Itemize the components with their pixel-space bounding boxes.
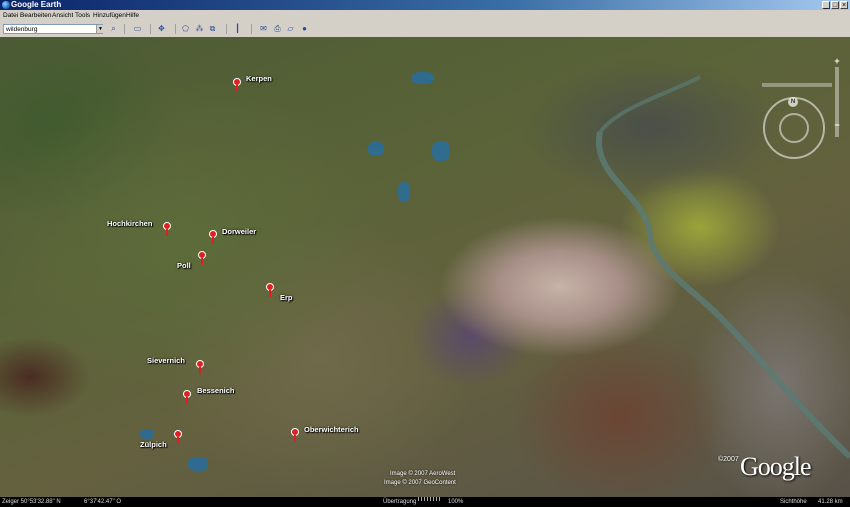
streaming-label: Übertragung (383, 499, 417, 505)
menu-hilfe[interactable]: Hilfe (126, 10, 139, 21)
placemark-label-poll[interactable]: Poll (177, 261, 191, 270)
placemark-label-sievernich[interactable]: Sievernich (147, 356, 185, 365)
map-view[interactable]: Kerpen Hochkirchen Dorweiler Poll Erp Si… (0, 37, 850, 497)
placemark-add-icon[interactable]: ✥ (156, 24, 167, 34)
email-icon[interactable]: ✉ (258, 24, 269, 34)
title-bar: Google Earth _ □ × (0, 0, 850, 10)
path-icon[interactable]: ⁂ (194, 24, 205, 34)
placemark-label-dorweiler[interactable]: Dorweiler (222, 227, 256, 236)
rhine-river (595, 75, 850, 460)
search-input[interactable]: wildenburg (3, 24, 103, 34)
ruler-icon[interactable]: ┃ (232, 24, 243, 34)
toolbar-divider (251, 24, 252, 34)
maps-icon[interactable]: ▱ (285, 24, 296, 34)
placemark-pin-icon[interactable] (232, 78, 242, 92)
zoom-in-button[interactable]: + (833, 57, 841, 66)
pointer-longitude: 6°37'42.47" O (84, 499, 122, 505)
close-button[interactable]: × (840, 1, 848, 9)
toolbar-divider (124, 24, 125, 34)
sky-icon[interactable]: ● (299, 24, 310, 34)
placemark-label-bessenich[interactable]: Bessenich (197, 386, 235, 395)
eye-altitude-value: 41.28 km (818, 499, 843, 505)
pan-control[interactable] (779, 113, 809, 143)
placemark-pin-icon[interactable] (195, 360, 205, 374)
compass-north-icon[interactable]: N (788, 97, 798, 107)
zoom-out-button[interactable]: − (833, 121, 841, 130)
search-go-icon[interactable]: ⌕ (108, 24, 119, 34)
toolbar-divider (175, 24, 176, 34)
polygon-icon[interactable]: ⬠ (180, 24, 191, 34)
placemark-pin-icon[interactable] (182, 390, 192, 404)
imagery-copyright-geocontent: Image © 2007 GeoContent (384, 480, 456, 486)
google-copyright: ©2007 (718, 456, 739, 463)
sidebar-toggle-icon[interactable]: ▭ (132, 24, 143, 34)
window-title: Google Earth (11, 0, 62, 9)
placemark-label-oberwichterich[interactable]: Oberwichterich (304, 425, 359, 434)
imagery-copyright-aerowest: Image © 2007 AeroWest (390, 471, 456, 477)
placemark-pin-icon[interactable] (162, 222, 172, 236)
print-icon[interactable]: ⎙ (272, 24, 283, 34)
menu-bar: Datei Bearbeiten Ansicht Tools Hinzufüge… (0, 10, 850, 21)
placemark-pin-icon[interactable] (173, 430, 183, 444)
google-logo: Google (740, 452, 812, 481)
placemark-label-kerpen[interactable]: Kerpen (246, 74, 272, 83)
maximize-button[interactable]: □ (831, 1, 839, 9)
placemark-pin-icon[interactable] (265, 283, 275, 297)
toolbar: wildenburg ▼ ⌕ ▭ ✥ ⬠ ⁂ ⧉ ┃ ✉ ⎙ ▱ ● (0, 21, 850, 38)
placemark-label-erp[interactable]: Erp (280, 293, 293, 302)
image-overlay-icon[interactable]: ⧉ (207, 24, 218, 34)
toolbar-divider (150, 24, 151, 34)
placemark-label-hochkirchen[interactable]: Hochkirchen (107, 219, 152, 228)
status-bar: Zeiger 50°53'32.88" N 6°37'42.47" O Über… (0, 497, 850, 507)
streaming-progress-bar (418, 497, 442, 501)
menu-hinzufuegen[interactable]: Hinzufügen (93, 10, 126, 21)
menu-tools[interactable]: Tools (75, 10, 90, 21)
google-earth-app-icon (2, 1, 10, 9)
menu-datei[interactable]: Datei (3, 10, 18, 21)
menu-bearbeiten[interactable]: Bearbeiten (20, 10, 51, 21)
minimize-button[interactable]: _ (822, 1, 830, 9)
tilt-slider[interactable] (762, 83, 832, 87)
menu-ansicht[interactable]: Ansicht (52, 10, 73, 21)
search-dropdown-icon[interactable]: ▼ (96, 25, 104, 33)
placemark-pin-icon[interactable] (290, 428, 300, 442)
placemark-pin-icon[interactable] (208, 230, 218, 244)
eye-altitude-label: Sichthöhe (780, 499, 807, 505)
placemark-label-zuelpich[interactable]: Zülpich (140, 440, 167, 449)
toolbar-divider (226, 24, 227, 34)
placemark-pin-icon[interactable] (197, 251, 207, 265)
streaming-percent: 100% (448, 499, 464, 505)
pointer-latitude: Zeiger 50°53'32.88" N (2, 499, 61, 505)
navigation-compass[interactable]: N (763, 97, 825, 159)
